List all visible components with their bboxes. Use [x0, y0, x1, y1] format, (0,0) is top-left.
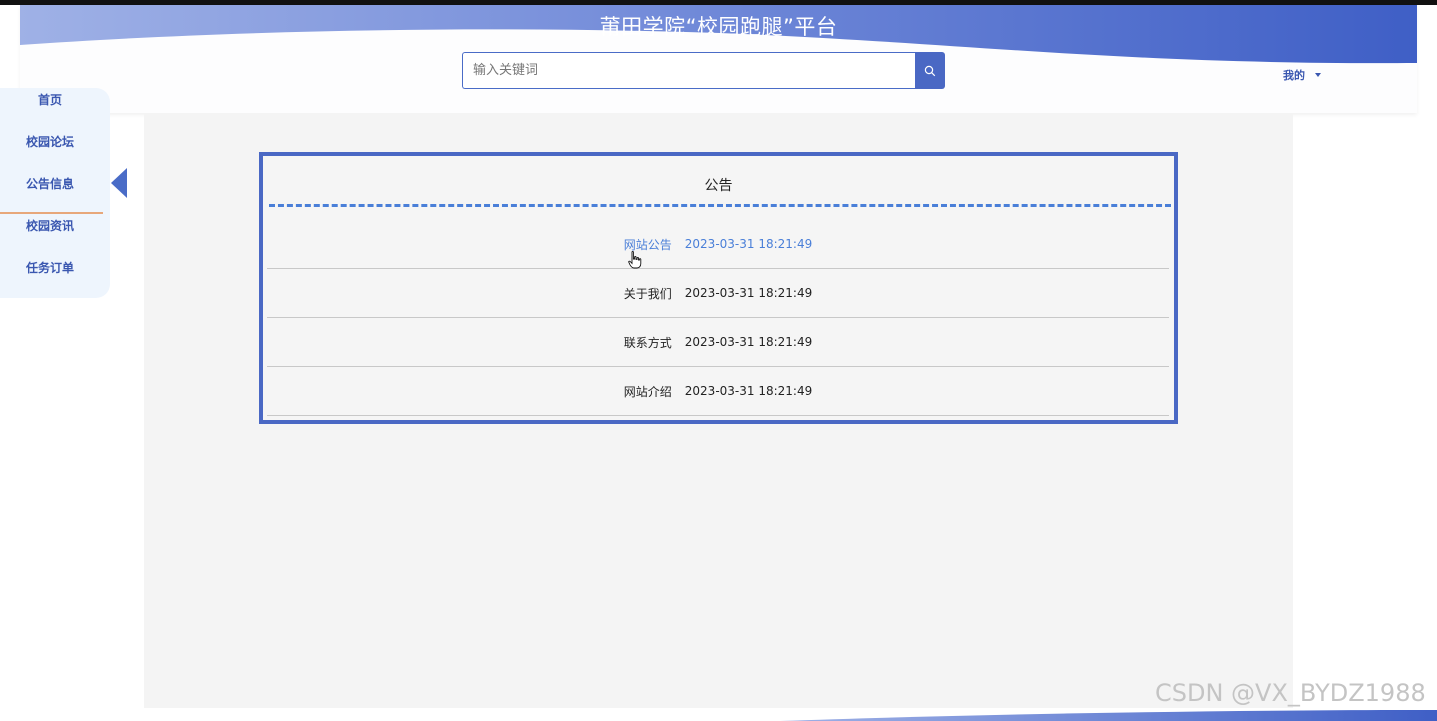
watermark: CSDN @VX_BYDZ1988: [1155, 679, 1426, 707]
user-menu-label: 我的: [1283, 69, 1305, 82]
caret-down-icon: [1315, 73, 1321, 77]
notice-row[interactable]: 网站介绍 2023-03-31 18:21:49: [267, 367, 1169, 416]
notice-row[interactable]: 网站公告 2023-03-31 18:21:49: [267, 220, 1169, 269]
notice-time: 2023-03-31 18:21:49: [684, 237, 813, 251]
active-indicator-arrow-icon: [111, 168, 127, 198]
user-menu[interactable]: 我的: [1283, 67, 1321, 83]
notice-title-divider: [269, 204, 1171, 207]
notice-time: 2023-03-31 18:21:49: [684, 335, 813, 349]
sidebar-item-label: 任务订单: [25, 261, 74, 275]
hand-cursor-icon: [628, 251, 642, 269]
notice-time: 2023-03-31 18:21:49: [684, 384, 813, 398]
notice-name: 网站公告: [623, 237, 672, 252]
sidebar-item-label: 校园论坛: [25, 135, 74, 149]
footer-wave: [780, 710, 1437, 721]
header: 莆田学院“校园跑腿”平台 我的: [20, 5, 1417, 113]
sidebar-item-campus-news[interactable]: 校园资讯: [0, 217, 100, 234]
search-button[interactable]: [915, 52, 945, 89]
sidebar-nav: 首页 校园论坛 公告信息 校园资讯 任务订单: [0, 88, 110, 298]
search-input[interactable]: [462, 52, 915, 89]
notice-time: 2023-03-31 18:21:49: [684, 286, 813, 300]
sidebar-item-home[interactable]: 首页: [0, 91, 100, 108]
notice-name: 网站介绍: [623, 384, 672, 399]
sidebar-item-forum[interactable]: 校园论坛: [0, 133, 100, 150]
search-icon: [924, 65, 936, 76]
sidebar-item-task-orders[interactable]: 任务订单: [0, 259, 100, 276]
notice-name: 关于我们: [623, 286, 672, 301]
sidebar-item-label: 公告信息: [25, 177, 74, 191]
site-title: 莆田学院“校园跑腿”平台: [599, 15, 838, 39]
notice-panel-title: 公告: [704, 178, 733, 194]
notice-name: 联系方式: [623, 335, 672, 350]
notice-row[interactable]: 关于我们 2023-03-31 18:21:49: [267, 269, 1169, 318]
sidebar-item-announcements[interactable]: 公告信息: [0, 175, 100, 192]
sidebar-divider: [0, 212, 103, 214]
sidebar-item-label: 首页: [37, 93, 62, 107]
notice-row[interactable]: 联系方式 2023-03-31 18:21:49: [267, 318, 1169, 367]
search-bar: [462, 52, 945, 89]
sidebar-item-label: 校园资讯: [25, 219, 74, 233]
notice-panel: 公告 网站公告 2023-03-31 18:21:49 关于我们 2023-03…: [259, 152, 1178, 424]
